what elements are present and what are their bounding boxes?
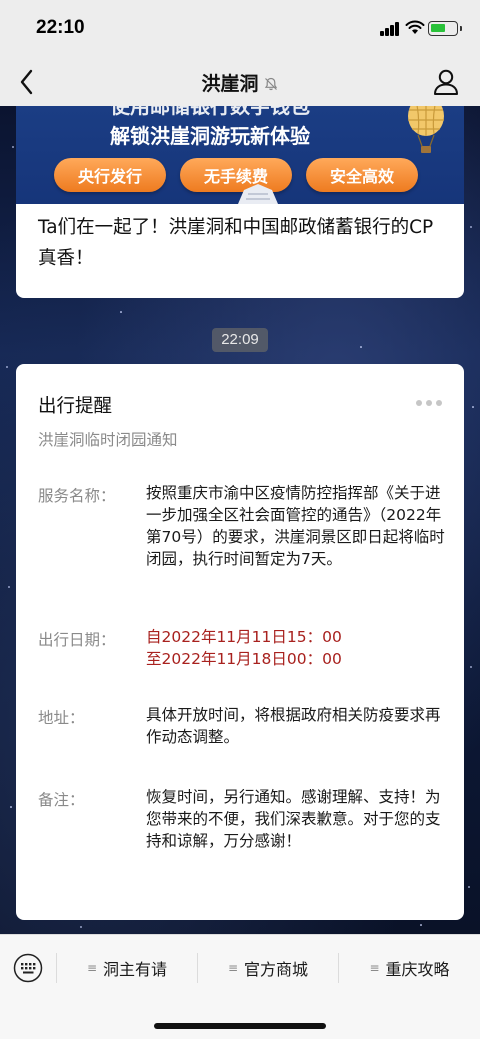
banner-line-2: 解锁洪崖洞游玩新体验 (110, 124, 310, 148)
notice-subtitle: 洪崖洞临时闭园通知 (38, 431, 178, 449)
status-time: 22:10 (36, 17, 85, 38)
article-card[interactable]: 使用邮储银行数字钱包 解锁洪崖洞游玩新体验 央行发行 无手续费 安全高效 Ta们… (16, 106, 464, 298)
menu-item-official-mall[interactable]: ≡ 官方商城 (198, 935, 338, 1001)
more-options-icon[interactable] (416, 398, 442, 408)
field-label-address: 地址： (38, 709, 85, 727)
field-label-date: 出行日期： (38, 631, 116, 649)
field-value-date: 自2022年11月11日15：00 至2022年11月18日00：00 (146, 628, 342, 668)
hot-air-balloon-icon (408, 106, 444, 153)
menu-item-label: 官方商城 (244, 960, 309, 979)
menu-list-icon: ≡ (369, 961, 380, 975)
field-label-service: 服务名称： (38, 487, 116, 505)
home-indicator[interactable] (154, 1023, 326, 1029)
nav-bar: 洪崖洞 (0, 58, 480, 106)
menu-list-icon: ≡ (227, 961, 239, 975)
chat-area[interactable]: 使用邮储银行数字钱包 解锁洪崖洞游玩新体验 央行发行 无手续费 安全高效 Ta们… (0, 106, 480, 934)
menu-item-owner-invites[interactable]: ≡ 洞主有请 (57, 935, 197, 1001)
article-banner: 使用邮储银行数字钱包 解锁洪崖洞游玩新体验 央行发行 无手续费 安全高效 (16, 106, 464, 204)
banner-line-1: 使用邮储银行数字钱包 (110, 106, 310, 118)
field-value-service: 按照重庆市渝中区疫情防控指挥部《关于进一步加强全区社会面管控的通告》（2022年… (146, 484, 445, 568)
menu-item-label: 重庆攻略 (385, 960, 450, 979)
notice-title: 出行提醒 (38, 396, 113, 417)
notice-card[interactable]: 出行提醒 洪崖洞临时闭园通知 服务名称： 按照重庆市渝中区疫情防控指挥部《关于进… (16, 364, 464, 920)
wifi-icon (405, 20, 425, 34)
field-value-address: 具体开放时间，将根据政府相关防疫要求再作动态调整。 (146, 706, 441, 746)
article-title[interactable]: Ta们在一起了！洪崖洞和中国邮政储蓄银行的CP真香！ (38, 212, 448, 274)
keyboard-icon[interactable] (13, 953, 43, 983)
menu-item-label: 洞主有请 (103, 960, 168, 979)
status-bar: 22:10 (0, 0, 480, 58)
bottom-menu-bar: ≡ 洞主有请 ≡ 官方商城 ≡ 重庆攻略 (0, 934, 480, 1039)
battery-icon (428, 21, 462, 36)
field-value-remark: 恢复时间，另行通知。感谢理解、支持！为您带来的不便，我们深表歉意。对于您的支持和… (146, 788, 441, 850)
pill-secure: 安全高效 (306, 158, 418, 192)
chat-title: 洪崖洞 (0, 69, 480, 96)
chat-title-text: 洪崖洞 (201, 73, 259, 95)
message-timestamp: 22:09 (212, 328, 268, 352)
field-label-remark: 备注： (38, 791, 85, 809)
signal-icon (380, 22, 400, 36)
menu-list-icon: ≡ (86, 961, 98, 975)
pill-central-bank: 央行发行 (54, 158, 166, 192)
mute-bell-icon (264, 77, 277, 91)
menu-item-chongqing-guide[interactable]: ≡ 重庆攻略 (339, 935, 480, 1001)
profile-icon[interactable] (430, 66, 462, 98)
building-decoration (238, 184, 278, 204)
